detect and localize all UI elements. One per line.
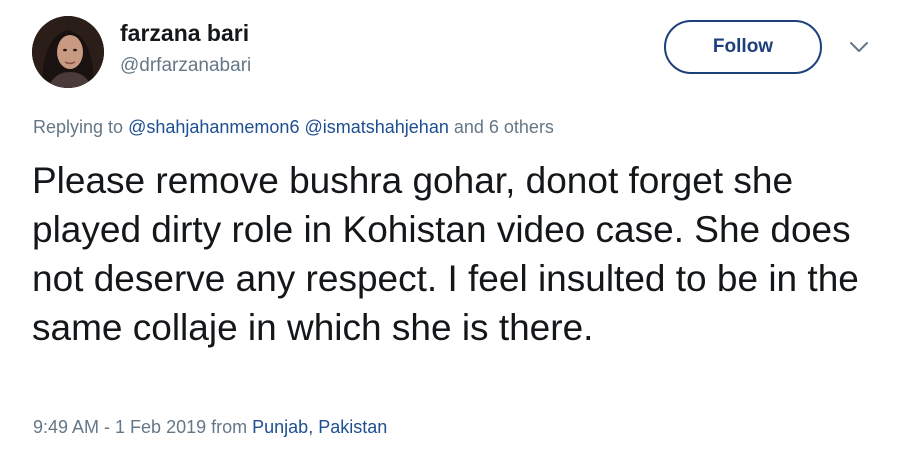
author-handle[interactable]: @drfarzanabari [120, 55, 251, 77]
reply-context: Replying to @shahjahanmemon6 @ismatshahj… [33, 117, 554, 138]
tweet-card: farzana bari @drfarzanabari Follow Reply… [0, 0, 902, 455]
tweet-text: Please remove bushra gohar, donot forget… [32, 160, 859, 348]
from-label: from [211, 417, 248, 437]
timestamp[interactable]: 9:49 AM - 1 Feb 2019 [33, 417, 206, 437]
follow-button[interactable]: Follow [664, 20, 822, 74]
reply-prefix: Replying to [33, 117, 124, 137]
mention-link-1[interactable]: @shahjahanmemon6 [128, 117, 299, 137]
mention-link-2[interactable]: @ismatshahjehan [304, 117, 448, 137]
chevron-down-icon[interactable] [848, 40, 870, 54]
author-name[interactable]: farzana bari [120, 20, 249, 47]
reply-others[interactable]: and 6 others [454, 117, 554, 137]
avatar[interactable] [32, 16, 104, 88]
avatar-photo [32, 16, 104, 88]
location-link[interactable]: Punjab, Pakistan [252, 417, 387, 437]
tweet-meta: 9:49 AM - 1 Feb 2019 from Punjab, Pakist… [33, 417, 387, 438]
